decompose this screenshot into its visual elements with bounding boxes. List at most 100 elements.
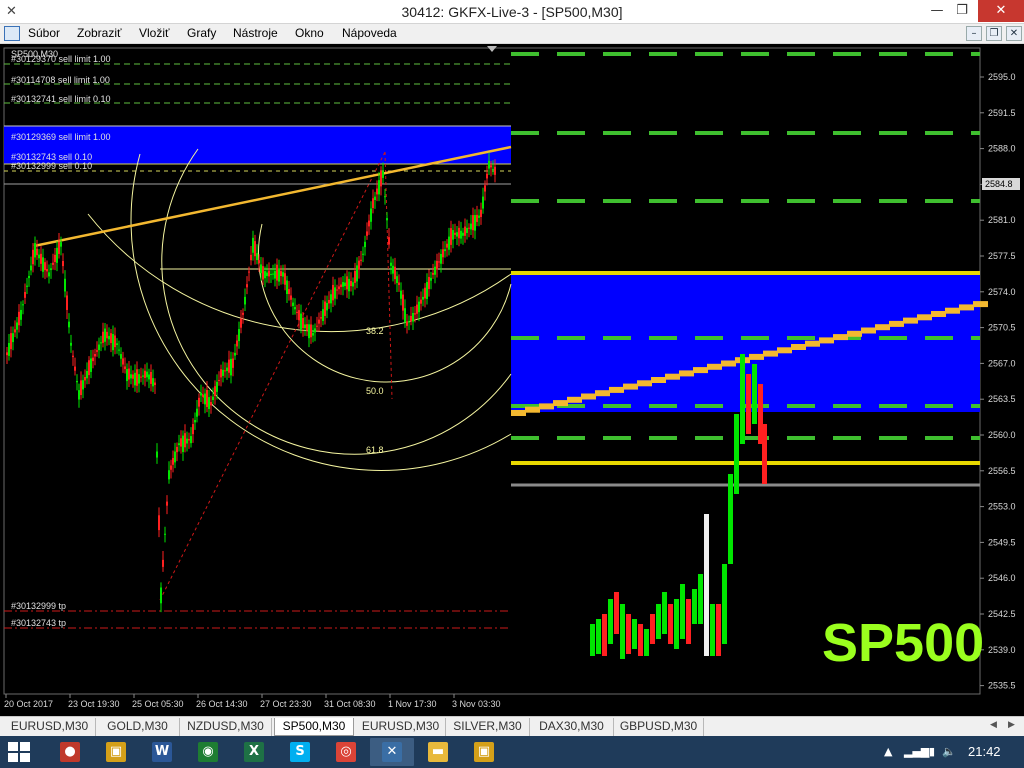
candle-body [454, 232, 456, 235]
clock[interactable]: 21:42 [968, 744, 1001, 759]
candle-body [126, 369, 128, 382]
menu-charts[interactable]: Grafy [187, 26, 216, 40]
menu-view[interactable]: Zobraziť [77, 26, 122, 40]
candle-body [402, 294, 404, 311]
mdi-minimize-button[interactable]: – [966, 26, 982, 41]
candle-body [116, 343, 118, 345]
candle-body [70, 342, 72, 346]
candle-body [194, 420, 196, 423]
candle-body [206, 390, 208, 407]
candle-body [362, 253, 364, 255]
fib-labels: 38.2 50.0 61.8 [366, 326, 384, 455]
candle-body [148, 374, 150, 380]
price-chart[interactable]: SP500,M30 #30129370 sell limit 1.00 #301… [0, 44, 1024, 716]
candle-body [474, 215, 476, 231]
candle-body [488, 160, 490, 169]
zoom-trendline-segment [595, 390, 610, 397]
candle-body [228, 359, 230, 373]
candle-body [110, 333, 112, 344]
candle-body [20, 309, 22, 320]
price-tick-label: 2546.0 [988, 573, 1016, 583]
candle-body [472, 215, 474, 231]
candle-body [414, 313, 416, 315]
restore-button[interactable]: ❐ [947, 0, 977, 22]
tab-eurusd-2[interactable]: EURUSD,M30 [356, 718, 446, 736]
taskbar-app[interactable]: ▣ [462, 738, 506, 766]
time-tick-label: 27 Oct 23:30 [260, 699, 312, 709]
menu-help[interactable]: Nápoveda [342, 26, 397, 40]
candle-body [422, 296, 424, 300]
candle-body [392, 265, 394, 274]
zoom-trendline-segment [903, 317, 918, 324]
candle-body [128, 368, 130, 380]
candle-body [438, 261, 440, 263]
mdi-restore-button[interactable]: ❐ [986, 26, 1002, 41]
zoom-trendline-segment [553, 400, 568, 407]
taskbar-app[interactable]: ▬ [416, 738, 460, 766]
zoom-candle [680, 584, 685, 639]
tab-dax30[interactable]: DAX30,M30 [530, 718, 614, 736]
zoom-trendline-segment [721, 360, 736, 367]
candle-body [430, 277, 432, 281]
candle-body [310, 324, 312, 338]
menu-tools[interactable]: Nástroje [233, 26, 278, 40]
tab-gbpusd[interactable]: GBPUSD,M30 [614, 718, 704, 736]
battery-icon[interactable]: ▮ [929, 745, 935, 758]
chart-shift-marker[interactable] [487, 46, 497, 52]
menu-insert[interactable]: Vložiť [139, 26, 170, 40]
candle-body [80, 380, 82, 396]
candle-body [196, 408, 198, 417]
candle-body [142, 375, 144, 377]
taskbar-app[interactable]: ◉ [186, 738, 230, 766]
tp-label-2: #30132743 tp [11, 618, 66, 628]
taskbar-app[interactable]: ✕ [370, 738, 414, 766]
signal-icon[interactable]: ▂▄▆ [904, 745, 929, 758]
tab-sp500[interactable]: SP500,M30 [274, 718, 354, 736]
candle-body [250, 254, 252, 261]
tab-nzdusd[interactable]: NZDUSD,M30 [180, 718, 272, 736]
candle-body [240, 318, 242, 328]
zoom-trendline-segment [511, 410, 526, 416]
chart-window-icon[interactable] [4, 26, 20, 41]
candle-body [334, 287, 336, 299]
candle-body [270, 273, 272, 275]
close-button[interactable]: ✕ [978, 0, 1024, 22]
candle-body [236, 340, 238, 347]
taskbar-app[interactable]: ◎ [324, 738, 368, 766]
candle-body [424, 287, 426, 299]
candle-body [316, 325, 318, 327]
zoom-trendline-segment [959, 304, 974, 311]
taskbar-app[interactable]: ● [48, 738, 92, 766]
tab-scroll-left-icon[interactable]: ◀ [990, 720, 997, 730]
candle-body [410, 315, 412, 322]
candle-body [416, 304, 418, 314]
candle-body [10, 333, 12, 350]
price-tick-label: 2581.0 [988, 215, 1016, 225]
menu-window[interactable]: Okno [295, 26, 324, 40]
price-tick-label: 2535.5 [988, 681, 1016, 691]
mdi-close-button[interactable]: ✕ [1006, 26, 1022, 41]
candle-body [370, 208, 372, 222]
candle-body [378, 180, 380, 195]
menu-file[interactable]: Súbor [28, 26, 60, 40]
tray-arrow-icon[interactable]: ▲ [884, 745, 892, 758]
tab-scroll-right-icon[interactable]: ▶ [1008, 720, 1015, 730]
candle-body [366, 231, 368, 236]
taskbar-app[interactable]: ▣ [94, 738, 138, 766]
taskbar-app[interactable]: S [278, 738, 322, 766]
chart-canvas[interactable]: SP500,M30 #30129370 sell limit 1.00 #301… [0, 44, 1024, 716]
candle-body [452, 230, 454, 240]
tab-gold[interactable]: GOLD,M30 [96, 718, 180, 736]
windows-start-icon[interactable] [8, 742, 32, 762]
explorer-app-icon: ▬ [428, 742, 448, 762]
candle-body [62, 261, 64, 267]
taskbar-app[interactable]: X [232, 738, 276, 766]
tab-silver[interactable]: SILVER,M30 [446, 718, 530, 736]
tab-eurusd[interactable]: EURUSD,M30 [4, 718, 96, 736]
candle-body [338, 286, 340, 290]
order-label-2: #30114708 sell limit 1.00 [11, 75, 110, 85]
candle-body [218, 379, 220, 381]
candle-body [442, 249, 444, 258]
taskbar-app[interactable]: W [140, 738, 184, 766]
volume-icon[interactable]: 🔈 [942, 745, 956, 758]
